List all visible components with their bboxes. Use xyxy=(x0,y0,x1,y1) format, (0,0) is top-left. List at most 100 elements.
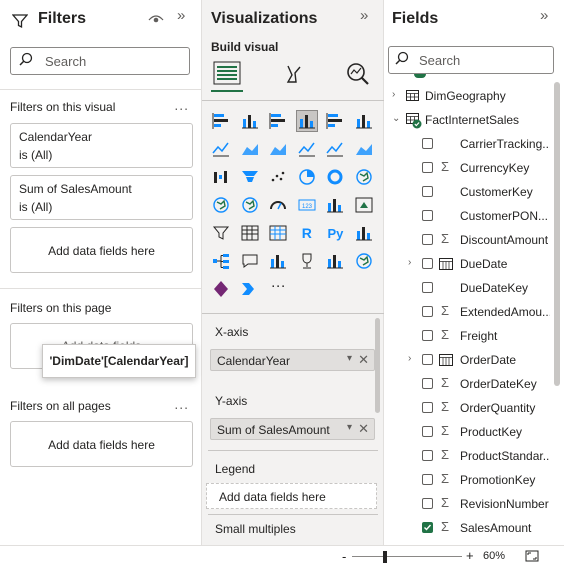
line-and-stacked-column-chart-icon[interactable] xyxy=(296,138,318,160)
filters-on-all-pages-more-icon[interactable]: ... xyxy=(174,396,189,412)
field-row[interactable]: Σ DiscountAmount xyxy=(384,228,554,252)
100-stacked-column-chart-icon[interactable] xyxy=(353,110,375,132)
line-chart-icon[interactable] xyxy=(210,138,232,160)
chevron-down-icon[interactable]: ⌄ xyxy=(392,113,400,124)
field-checkbox[interactable] xyxy=(422,162,433,173)
field-row[interactable]: DueDateKey xyxy=(384,276,554,300)
filter-card-salesamount[interactable]: Sum of SalesAmount is (All) xyxy=(10,175,193,220)
field-checkbox[interactable] xyxy=(422,426,433,437)
decomposition-tree-icon[interactable] xyxy=(210,250,232,272)
chevron-right-icon[interactable]: › xyxy=(392,89,395,100)
field-checkbox[interactable] xyxy=(422,474,433,485)
area-chart-icon[interactable] xyxy=(239,138,261,160)
chevron-down-icon[interactable]: ▾ xyxy=(347,353,352,364)
field-checkbox[interactable] xyxy=(422,378,433,389)
field-checkbox[interactable] xyxy=(422,306,433,317)
field-row[interactable]: Σ SalesAmount xyxy=(384,516,554,540)
field-checkbox[interactable] xyxy=(422,354,433,365)
build-visual-tab[interactable] xyxy=(211,58,243,90)
waterfall-chart-icon[interactable] xyxy=(210,166,232,188)
x-axis-field-pill[interactable]: CalendarYear ▾ ✕ xyxy=(210,349,375,371)
field-row[interactable]: › DueDate xyxy=(384,252,554,276)
donut-chart-icon[interactable] xyxy=(324,166,346,188)
stacked-area-chart-icon[interactable] xyxy=(267,138,289,160)
map-icon[interactable] xyxy=(210,194,232,216)
remove-field-icon[interactable]: ✕ xyxy=(358,421,369,437)
clustered-column-chart-icon[interactable] xyxy=(295,110,318,132)
paginated-report-icon[interactable] xyxy=(324,250,346,272)
power-apps-icon[interactable] xyxy=(210,278,232,300)
all-pages-filter-drop-zone[interactable]: Add data fields here xyxy=(10,421,193,467)
field-row[interactable]: Σ OrderDateKey xyxy=(384,372,554,396)
clustered-bar-chart-icon[interactable] xyxy=(267,110,289,132)
fields-scrollbar[interactable] xyxy=(554,82,560,386)
stacked-column-chart-icon[interactable] xyxy=(239,110,261,132)
python-visual-icon[interactable]: Py xyxy=(324,222,346,244)
field-row[interactable]: Σ ExtendedAmou... xyxy=(384,300,554,324)
filters-on-visual-more-icon[interactable]: ... xyxy=(174,97,189,113)
100-stacked-bar-chart-icon[interactable] xyxy=(324,110,346,132)
chevron-down-icon[interactable]: ▾ xyxy=(347,422,352,433)
field-row[interactable]: › OrderDate xyxy=(384,348,554,372)
field-row[interactable]: CustomerPON... xyxy=(384,204,554,228)
y-axis-field-pill[interactable]: Sum of SalesAmount ▾ ✕ xyxy=(210,418,375,440)
zoom-slider-track[interactable] xyxy=(352,556,462,557)
funnel-chart-icon[interactable] xyxy=(239,166,261,188)
zoom-in-button[interactable]: + xyxy=(466,548,474,563)
field-row[interactable]: Σ RevisionNumber xyxy=(384,492,554,516)
key-influencers-icon[interactable] xyxy=(353,222,375,244)
field-row[interactable]: Σ OrderQuantity xyxy=(384,396,554,420)
filters-search-input[interactable]: Search xyxy=(10,47,190,75)
pie-chart-icon[interactable] xyxy=(296,166,318,188)
treemap-icon[interactable] xyxy=(353,166,375,188)
line-and-clustered-column-chart-icon[interactable] xyxy=(324,138,346,160)
format-visual-tab[interactable] xyxy=(277,58,309,90)
more-visuals-icon[interactable]: ··· xyxy=(267,277,289,300)
collapse-filters-icon[interactable]: » xyxy=(177,7,185,24)
r-visual-icon[interactable]: R xyxy=(296,222,318,244)
filter-card-calendaryear[interactable]: CalendarYear is (All) xyxy=(10,123,193,168)
table-row-dimgeography[interactable]: › DimGeography xyxy=(384,84,554,108)
fields-search-input[interactable]: Search xyxy=(388,46,554,74)
metrics-icon[interactable] xyxy=(296,250,318,272)
gauge-icon[interactable] xyxy=(267,194,289,216)
stacked-bar-chart-icon[interactable] xyxy=(210,110,232,132)
chevron-right-icon[interactable]: › xyxy=(408,353,411,364)
table-icon[interactable] xyxy=(239,222,261,244)
field-checkbox[interactable] xyxy=(422,450,433,461)
card-icon[interactable]: 123 xyxy=(296,194,318,216)
slicer-icon[interactable] xyxy=(210,222,232,244)
field-checkbox[interactable] xyxy=(422,258,433,269)
fit-to-page-icon[interactable] xyxy=(525,550,539,562)
chevron-right-icon[interactable]: › xyxy=(408,257,411,268)
filled-map-icon[interactable] xyxy=(239,194,261,216)
field-checkbox[interactable] xyxy=(422,282,433,293)
zoom-slider-thumb[interactable] xyxy=(383,551,387,563)
eye-icon[interactable] xyxy=(148,13,164,25)
azure-map-icon[interactable] xyxy=(353,250,375,272)
qa-icon[interactable] xyxy=(239,250,261,272)
smart-narrative-icon[interactable] xyxy=(267,250,289,272)
zoom-out-button[interactable]: - xyxy=(342,549,346,564)
collapse-visualizations-icon[interactable]: » xyxy=(360,7,368,24)
field-checkbox[interactable] xyxy=(422,186,433,197)
field-row[interactable]: Σ PromotionKey xyxy=(384,468,554,492)
field-checkbox[interactable] xyxy=(422,138,433,149)
field-row[interactable]: CarrierTracking... xyxy=(384,132,554,156)
viz-scrollbar[interactable] xyxy=(375,318,380,413)
field-checkbox[interactable] xyxy=(422,330,433,341)
multi-row-card-icon[interactable] xyxy=(324,194,346,216)
remove-field-icon[interactable]: ✕ xyxy=(358,352,369,368)
kpi-icon[interactable] xyxy=(353,194,375,216)
ribbon-chart-icon[interactable] xyxy=(353,138,375,160)
field-checkbox[interactable] xyxy=(422,498,433,509)
field-row[interactable]: Σ ProductKey xyxy=(384,420,554,444)
matrix-icon[interactable] xyxy=(267,222,289,244)
scatter-chart-icon[interactable] xyxy=(267,166,289,188)
collapse-fields-icon[interactable]: » xyxy=(540,7,548,24)
field-checkbox[interactable] xyxy=(422,402,433,413)
table-row-factinternetsales[interactable]: ⌄ FactInternetSales xyxy=(384,108,554,132)
field-row[interactable]: Σ ProductStandar... xyxy=(384,444,554,468)
field-checkbox[interactable] xyxy=(422,210,433,221)
analytics-tab[interactable] xyxy=(342,58,374,90)
